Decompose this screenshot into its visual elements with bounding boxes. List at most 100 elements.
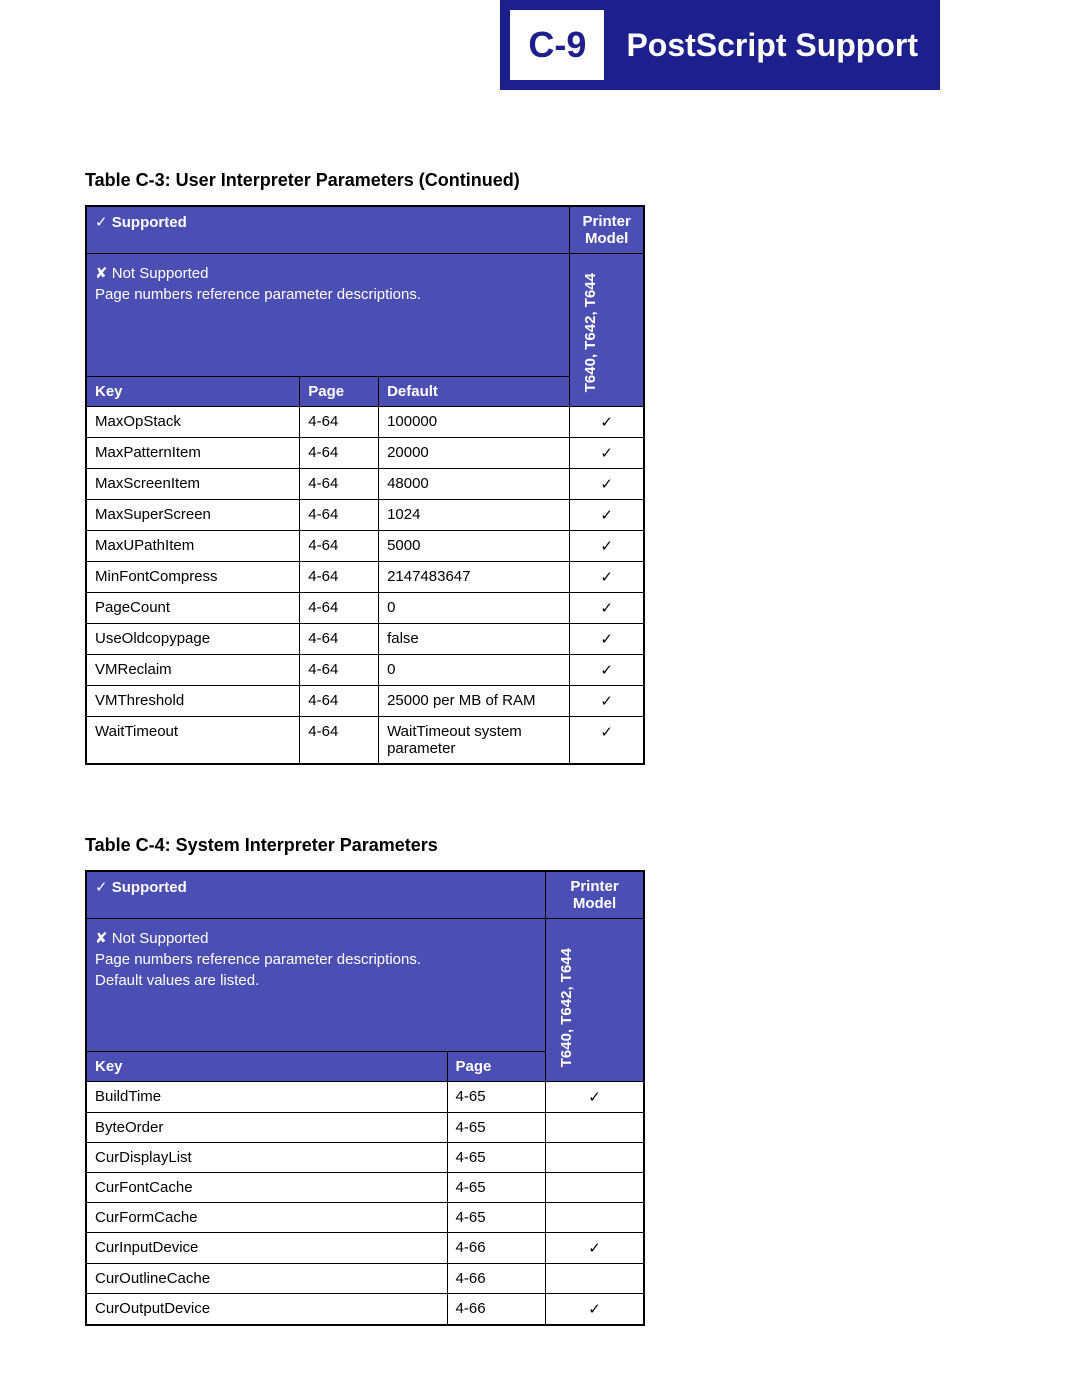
legend-supported: Supported [112,214,187,231]
table-row: VMThreshold4-6425000 per MB of RAM✓ [86,686,644,717]
table-system-interpreter-params: ✓ Supported Printer Model ✘ Not Supporte… [85,870,645,1326]
col-default: Default [379,377,570,407]
cell-support [546,1143,644,1173]
cell-key: ByteOrder [86,1113,447,1143]
cell-support: ✓ [570,531,644,562]
cell-key: CurDisplayList [86,1143,447,1173]
model-column-label-2: T640, T642, T644 [554,940,579,1075]
cross-icon: ✘ [95,265,108,282]
cell-support: ✓ [570,593,644,624]
table-row: CurOutputDevice4-66✓ [86,1294,644,1326]
cell-support: ✓ [546,1082,644,1113]
cell-default: 1024 [379,500,570,531]
cell-default: 0 [379,655,570,686]
cell-key: CurFormCache [86,1203,447,1233]
cell-key: VMThreshold [86,686,300,717]
cell-support [546,1264,644,1294]
cross-icon: ✘ [95,930,108,947]
cell-key: MaxScreenItem [86,469,300,500]
cell-page: 4-64 [300,562,379,593]
cell-key: CurOutputDevice [86,1294,447,1326]
legend-supported-row: ✓ Supported [86,206,570,254]
table-row: MaxOpStack4-64100000✓ [86,407,644,438]
legend-supported-2: Supported [112,879,187,896]
cell-key: CurFontCache [86,1173,447,1203]
cell-default: 100000 [379,407,570,438]
table-row: CurFormCache4-65 [86,1203,644,1233]
cell-support: ✓ [570,686,644,717]
cell-page: 4-64 [300,438,379,469]
cell-key: CurOutlineCache [86,1264,447,1294]
cell-support: ✓ [570,407,644,438]
table-row: BuildTime4-65✓ [86,1082,644,1113]
table-row: CurInputDevice4-66✓ [86,1233,644,1264]
table-user-interpreter-params: ✓ Supported Printer Model ✘ Not Supporte… [85,205,645,765]
table-row: UseOldcopypage4-64false✓ [86,624,644,655]
printer-model-header-2: Printer Model [546,871,644,919]
cell-support [546,1113,644,1143]
cell-support: ✓ [570,562,644,593]
cell-default: 5000 [379,531,570,562]
table-row: MinFontCompress4-642147483647✓ [86,562,644,593]
model-column-cell-2: T640, T642, T644 [546,919,644,1082]
cell-key: UseOldcopypage [86,624,300,655]
cell-key: MaxOpStack [86,407,300,438]
cell-support: ✓ [570,500,644,531]
cell-key: MinFontCompress [86,562,300,593]
page-header: C-9 PostScript Support [500,0,940,90]
cell-page: 4-65 [447,1203,545,1233]
cell-default: 25000 per MB of RAM [379,686,570,717]
legend-note1-2: Page numbers reference parameter descrip… [95,951,537,968]
model-column-label: T640, T642, T644 [578,265,603,400]
cell-default: 48000 [379,469,570,500]
table-row: CurOutlineCache4-66 [86,1264,644,1294]
check-icon: ✓ [95,879,108,896]
table-row: VMReclaim4-640✓ [86,655,644,686]
col-key-2: Key [86,1052,447,1082]
table-row: CurDisplayList4-65 [86,1143,644,1173]
cell-page: 4-66 [447,1294,545,1326]
table-row: ByteOrder4-65 [86,1113,644,1143]
table-row: PageCount4-640✓ [86,593,644,624]
cell-page: 4-65 [447,1082,545,1113]
check-icon: ✓ [95,214,108,231]
cell-support: ✓ [570,624,644,655]
cell-page: 4-64 [300,624,379,655]
cell-page: 4-65 [447,1143,545,1173]
cell-support: ✓ [570,469,644,500]
cell-default: false [379,624,570,655]
cell-key: WaitTimeout [86,717,300,765]
table-row: MaxScreenItem4-6448000✓ [86,469,644,500]
legend-notes-2: ✘ Not Supported Page numbers reference p… [86,919,546,1052]
cell-support: ✓ [546,1294,644,1326]
page: C-9 PostScript Support Table C-3: User I… [0,0,1080,1397]
section-title: PostScript Support [604,0,940,90]
cell-key: CurInputDevice [86,1233,447,1264]
table1-caption: Table C-3: User Interpreter Parameters (… [85,170,645,191]
cell-support: ✓ [570,717,644,765]
table-row: MaxUPathItem4-645000✓ [86,531,644,562]
col-key: Key [86,377,300,407]
cell-support: ✓ [546,1233,644,1264]
cell-page: 4-64 [300,469,379,500]
cell-page: 4-64 [300,500,379,531]
cell-support: ✓ [570,655,644,686]
cell-default: 20000 [379,438,570,469]
legend-not-supported: Not Supported [112,265,209,282]
cell-key: MaxPatternItem [86,438,300,469]
col-page: Page [300,377,379,407]
cell-key: MaxUPathItem [86,531,300,562]
table-row: WaitTimeout4-64WaitTimeout system parame… [86,717,644,765]
legend-note1: Page numbers reference parameter descrip… [95,286,561,303]
cell-page: 4-64 [300,407,379,438]
cell-key: MaxSuperScreen [86,500,300,531]
cell-page: 4-64 [300,686,379,717]
cell-page: 4-64 [300,593,379,624]
cell-default: WaitTimeout system parameter [379,717,570,765]
cell-default: 2147483647 [379,562,570,593]
cell-support: ✓ [570,438,644,469]
cell-support [546,1203,644,1233]
table2-caption: Table C-4: System Interpreter Parameters [85,835,645,856]
table-row: CurFontCache4-65 [86,1173,644,1203]
cell-page: 4-64 [300,531,379,562]
